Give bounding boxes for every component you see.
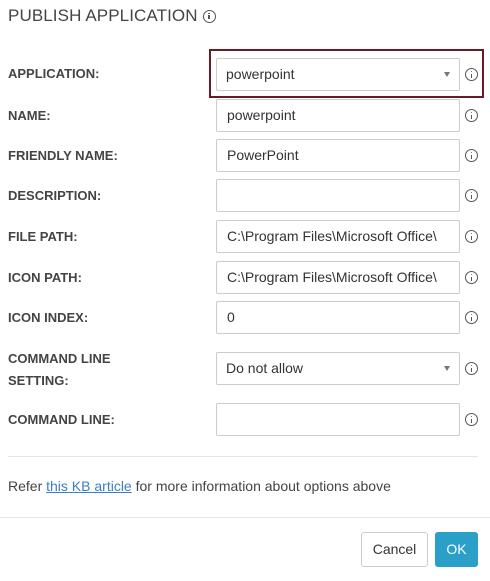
friendly-name-label: FRIENDLY NAME: [8, 148, 118, 163]
info-icon[interactable] [465, 362, 478, 375]
icon-index-label: ICON INDEX: [8, 310, 89, 325]
command-line-setting-value: Do not allow [226, 360, 304, 376]
friendly-name-input[interactable]: PowerPoint [216, 139, 460, 172]
file-path-input[interactable]: C:\Program Files\Microsoft Office\ [216, 220, 460, 253]
command-line-label: COMMAND LINE: [8, 412, 115, 427]
divider [8, 456, 478, 457]
file-path-label: FILE PATH: [8, 229, 78, 244]
info-icon[interactable] [465, 189, 478, 202]
command-line-setting-select[interactable]: Do not allow [216, 352, 460, 385]
info-icon[interactable] [465, 230, 478, 243]
description-label: DESCRIPTION: [8, 188, 102, 203]
footer-divider [0, 517, 490, 518]
kb-note-suffix: for more information about options above [131, 478, 391, 494]
icon-path-label: ICON PATH: [8, 270, 82, 285]
info-icon[interactable] [465, 109, 478, 122]
dialog-title: PUBLISH APPLICATION [8, 6, 216, 26]
command-line-setting-label-line1: COMMAND LINE [8, 351, 111, 366]
ok-button[interactable]: OK [435, 532, 478, 567]
dialog-title-text: PUBLISH APPLICATION [8, 6, 198, 25]
icon-path-input[interactable]: C:\Program Files\Microsoft Office\ [216, 261, 460, 294]
info-icon[interactable] [465, 149, 478, 162]
name-label: NAME: [8, 108, 51, 123]
info-icon[interactable] [465, 271, 478, 284]
command-line-input[interactable] [216, 403, 460, 436]
info-icon[interactable] [465, 413, 478, 426]
command-line-setting-label: COMMAND LINE SETTING: [8, 348, 111, 392]
cancel-button[interactable]: Cancel [361, 532, 428, 567]
application-select-value: powerpoint [226, 66, 295, 82]
info-icon[interactable] [202, 9, 216, 23]
application-label: APPLICATION: [8, 66, 100, 81]
command-line-setting-label-line2: SETTING: [8, 373, 69, 388]
kb-note: Refer this KB article for more informati… [8, 478, 391, 494]
application-select[interactable]: powerpoint [216, 58, 460, 91]
kb-note-prefix: Refer [8, 478, 47, 494]
kb-article-link[interactable]: this KB article [46, 478, 132, 494]
icon-index-input[interactable]: 0 [216, 301, 460, 334]
name-input[interactable]: powerpoint [216, 99, 460, 132]
info-icon[interactable] [465, 68, 478, 81]
publish-application-dialog: PUBLISH APPLICATION APPLICATION: powerpo… [0, 0, 490, 581]
chevron-down-icon [444, 366, 450, 371]
info-icon[interactable] [465, 311, 478, 324]
description-input[interactable] [216, 179, 460, 212]
chevron-down-icon [444, 72, 450, 77]
